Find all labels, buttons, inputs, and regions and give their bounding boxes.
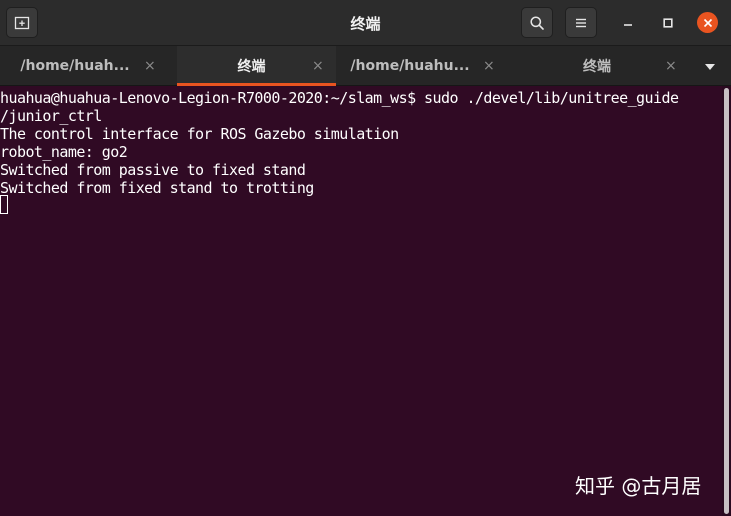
search-icon	[530, 15, 544, 30]
terminal-line: huahua@huahua-Lenovo-Legion-R7000-2020:~…	[0, 89, 679, 107]
search-button[interactable]	[521, 7, 553, 38]
tab-label: 终端	[583, 59, 611, 75]
tab-terminal-active[interactable]: 终端 ×	[177, 46, 336, 86]
terminal-scrollbar[interactable]	[722, 86, 731, 516]
watermark: 知乎 @古月居	[575, 474, 702, 498]
tab-close-icon[interactable]: ×	[665, 58, 677, 74]
terminal-line: The control interface for ROS Gazebo sim…	[0, 125, 399, 143]
tab-label: 终端	[237, 59, 266, 75]
maximize-button[interactable]	[657, 12, 678, 33]
title-bar: 终端	[0, 0, 731, 45]
maximize-icon	[662, 17, 673, 28]
chevron-down-icon	[705, 64, 715, 70]
terminal-line: robot_name: go2	[0, 143, 128, 161]
tab-list-dropdown[interactable]	[700, 59, 720, 75]
tab-bar: /home/huah... × 终端 × /home/huahu... × 终端…	[0, 45, 731, 86]
terminal-output[interactable]: huahua@huahua-Lenovo-Legion-R7000-2020:~…	[0, 86, 722, 516]
tab-home-2[interactable]: /home/huahu... ×	[337, 46, 509, 86]
close-icon	[703, 18, 712, 27]
tab-close-icon[interactable]: ×	[483, 58, 495, 74]
tab-close-icon[interactable]: ×	[312, 58, 324, 74]
tab-label: /home/huah...	[20, 58, 130, 74]
tab-label: /home/huahu...	[350, 58, 470, 74]
scrollbar-thumb[interactable]	[724, 88, 729, 514]
tab-close-icon[interactable]: ×	[144, 58, 156, 74]
terminal-line: Switched from passive to fixed stand	[0, 161, 306, 179]
hamburger-menu-icon	[576, 18, 586, 27]
minimize-icon	[623, 23, 632, 26]
tab-home-1[interactable]: /home/huah... ×	[0, 46, 176, 86]
terminal-cursor	[0, 195, 8, 214]
minimize-button[interactable]	[617, 12, 638, 33]
terminal-line: /junior_ctrl	[0, 107, 102, 125]
terminal-line: Switched from fixed stand to trotting	[0, 179, 314, 197]
close-button[interactable]	[697, 12, 718, 33]
tab-terminal-2[interactable]: 终端 ×	[510, 46, 690, 86]
menu-button[interactable]	[565, 7, 597, 38]
